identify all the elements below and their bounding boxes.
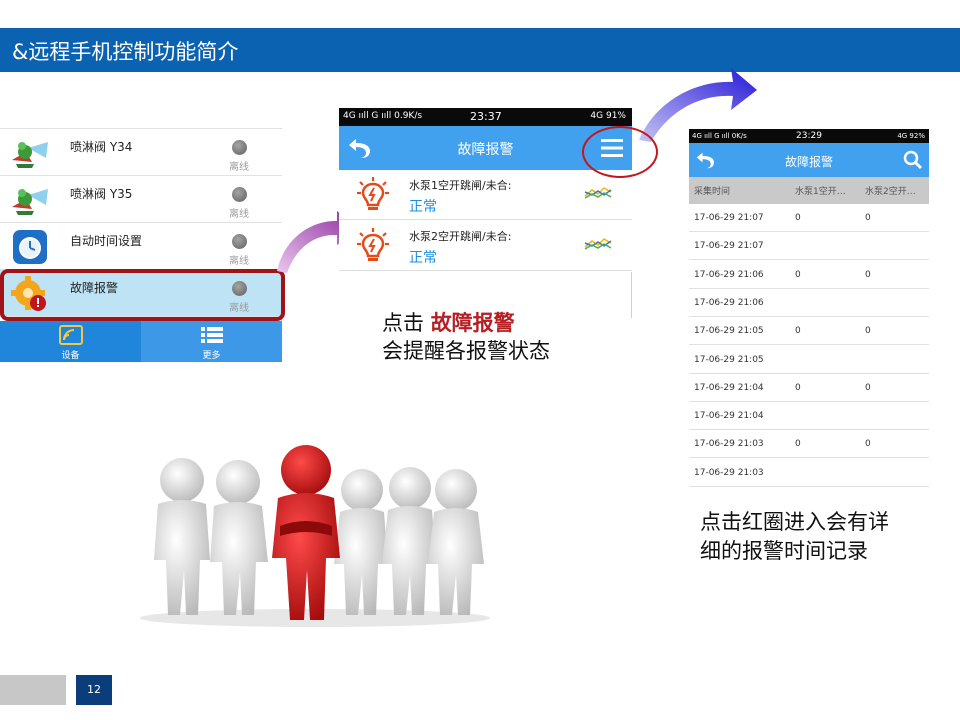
line-chart-icon[interactable] (584, 233, 612, 253)
status-signal: 4G ııll G ııll 0.9K/s (343, 111, 423, 121)
highlight-ring (0, 269, 285, 321)
status-battery: 4G 91% (590, 111, 626, 121)
divider (631, 272, 632, 318)
column-header: 水泵1空开… (795, 187, 846, 197)
status-battery: 4G 92% (897, 132, 925, 140)
caption-line: 会提醒各报警状态 (382, 339, 550, 363)
footer-bar (0, 675, 66, 705)
device-row[interactable]: 自动时间设置 离线 (0, 223, 282, 270)
alarm-value: 正常 (409, 250, 437, 266)
status-dot (232, 234, 247, 249)
table-cell: 0 (865, 439, 871, 450)
table-cell: 0 (795, 269, 801, 280)
line-chart-icon[interactable] (584, 182, 612, 202)
status-dot (232, 187, 247, 202)
menu-highlight-ring (582, 126, 658, 178)
table-row[interactable]: 17-06-29 21:03 (689, 459, 929, 487)
device-row[interactable]: 喷淋阀 Y34 离线 (0, 129, 282, 176)
sprinkler-icon (12, 189, 48, 215)
table-cell: 0 (865, 269, 871, 280)
list-icon (201, 327, 223, 343)
alarm-item[interactable]: 水泵1空开跳闸/未合: 正常 (339, 170, 632, 220)
page-number: 12 (76, 675, 112, 705)
table-cell: 17-06-29 21:06 (694, 297, 764, 308)
column-header: 水泵2空开… (865, 187, 916, 197)
table-row[interactable]: 17-06-29 21:07 (689, 232, 929, 261)
table-cell: 17-06-29 21:05 (694, 354, 764, 365)
lightbulb-alert-icon (357, 228, 389, 261)
status-signal: 4G ııll G ııll 0K/s (692, 132, 747, 140)
table-row[interactable]: 17-06-29 21:06 0 0 (689, 261, 929, 289)
table-row[interactable]: 17-06-29 21:04 0 0 (689, 374, 929, 402)
table-cell: 17-06-29 21:04 (694, 382, 764, 393)
table-cell: 17-06-29 21:03 (694, 467, 764, 478)
table-cell: 0 (795, 382, 801, 393)
table-row[interactable]: 17-06-29 21:04 (689, 402, 929, 431)
phone-status-bar: 4G ııll G ııll 0.9K/s 23:37 4G 91% (339, 108, 632, 126)
table-header: 采集时间 水泵1空开… 水泵2空开… (689, 177, 929, 204)
table-cell: 17-06-29 21:05 (694, 326, 764, 337)
table-row[interactable]: 17-06-29 21:03 0 0 (689, 430, 929, 459)
table-cell: 17-06-29 21:04 (694, 411, 764, 422)
caption-highlight: 故障报警 (430, 310, 515, 335)
status-time: 23:29 (796, 131, 822, 141)
alarm-value: 正常 (409, 199, 437, 215)
column-header: 采集时间 (694, 187, 731, 197)
slide-title: &远程手机控制功能简介 (12, 40, 239, 64)
bottom-tab-bar: 设备 更多 (0, 321, 282, 362)
device-name: 喷淋阀 Y35 (70, 187, 133, 201)
alarm-label: 水泵1空开跳闸/未合: (409, 179, 512, 192)
tab-more[interactable]: 更多 (141, 321, 282, 362)
table-cell: 0 (795, 439, 801, 450)
table-row[interactable]: 17-06-29 21:06 (689, 289, 929, 317)
device-status: 离线 (229, 209, 249, 220)
status-time: 23:37 (470, 110, 502, 123)
caption-line: 点击 故障报警 (382, 309, 550, 337)
table-cell: 17-06-29 21:07 (694, 241, 764, 252)
tab-devices[interactable]: 设备 (0, 321, 141, 362)
search-icon[interactable] (903, 150, 923, 170)
table-row[interactable]: 17-06-29 21:07 0 0 (689, 204, 929, 232)
table-cell: 0 (865, 382, 871, 393)
app-header-title: 故障报警 (784, 155, 833, 169)
slide-title-bar: &远程手机控制功能简介 (0, 28, 960, 72)
device-icon (59, 325, 83, 345)
device-row[interactable]: 喷淋阀 Y35 离线 (0, 176, 282, 223)
tab-label: 设备 (61, 351, 80, 361)
table-cell: 0 (865, 213, 871, 223)
people-illustration (140, 445, 490, 627)
device-name: 喷淋阀 Y34 (70, 140, 133, 154)
table-cell: 17-06-29 21:06 (694, 269, 764, 280)
caption-line: 细的报警时间记录 (700, 539, 868, 563)
caption-detail: 点击红圈进入会有详 细的报警时间记录 (700, 508, 889, 566)
table-row[interactable]: 17-06-29 21:05 (689, 346, 929, 374)
table-cell: 0 (795, 213, 801, 223)
phone-status-bar: 4G ııll G ııll 0K/s 23:29 4G 92% (689, 129, 929, 143)
table-row[interactable]: 17-06-29 21:05 0 0 (689, 317, 929, 346)
device-name: 自动时间设置 (70, 234, 143, 248)
app-header: 故障报警 (689, 143, 929, 177)
table-cell: 0 (865, 326, 871, 337)
alarm-label: 水泵2空开跳闸/未合: (409, 230, 512, 243)
table-cell: 17-06-29 21:07 (694, 213, 764, 223)
table-cell: 0 (795, 326, 801, 337)
caption-line: 点击红圈进入会有详 (700, 510, 889, 534)
sprinkler-icon (12, 142, 48, 168)
phone-history-screen: 4G ııll G ııll 0K/s 23:29 4G 92% 故障报警 采集… (689, 129, 929, 487)
alarm-clock-icon (13, 230, 47, 264)
caption-click-alarm: 点击 故障报警 会提醒各报警状态 (382, 309, 550, 365)
device-status: 离线 (229, 162, 249, 173)
lightbulb-alert-icon (357, 177, 389, 210)
device-status: 离线 (229, 256, 249, 267)
alarm-item[interactable]: 水泵2空开跳闸/未合: 正常 (339, 221, 632, 271)
caption-prefix: 点击 (382, 311, 431, 335)
status-dot (232, 140, 247, 155)
tab-label: 更多 (202, 351, 221, 361)
table-cell: 17-06-29 21:03 (694, 439, 764, 450)
